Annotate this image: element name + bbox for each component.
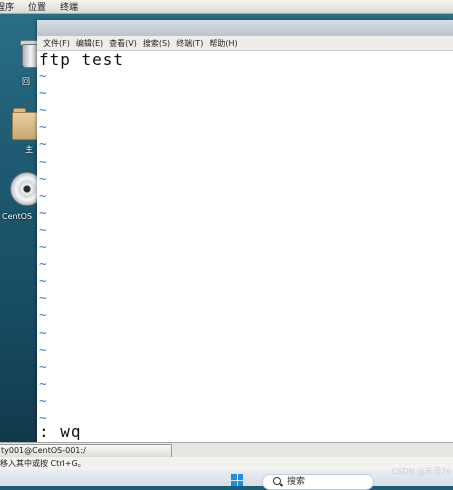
vim-empty-line-tilde: ~ [39,325,47,341]
menu-terminal[interactable]: 终端 [60,0,78,13]
vim-empty-line-tilde: ~ [39,137,47,153]
terminal-window[interactable]: 文件(F) 编辑(E) 查看(V) 搜索(S) 终端(T) 帮助(H) ftp … [37,20,453,442]
menu-view[interactable]: 查看(V) [109,38,137,49]
vim-empty-line-tilde: ~ [39,291,47,307]
taskbar-search[interactable]: 搜索 [262,474,374,490]
search-placeholder: 搜索 [287,477,306,487]
vim-command-line[interactable]: : wq [39,424,82,440]
status-hint: 移入其中或按 Ctrl+G。 [0,457,453,470]
vim-empty-line-tilde: ~ [39,103,47,119]
vim-empty-line-tilde: ~ [39,359,47,375]
vim-empty-line-tilde: ~ [39,69,47,84]
window-titlebar[interactable] [37,20,453,36]
menu-applications[interactable]: 程序 [0,0,14,13]
menu-places[interactable]: 位置 [28,0,46,13]
vim-empty-line-tilde: ~ [39,308,47,324]
vim-empty-line-tilde: ~ [39,393,47,409]
task-button-terminal[interactable]: ty001@CentOS-001:/ [0,444,172,458]
file-content-line: ftp test [39,51,125,69]
menu-search[interactable]: 搜索(S) [143,38,170,49]
vim-empty-line-tilde: ~ [39,411,47,426]
vim-empty-line-tilde: ~ [39,154,47,170]
vim-empty-line-tilde: ~ [39,222,47,238]
vim-empty-line-tilde: ~ [39,240,47,255]
menu-help[interactable]: 帮助(H) [209,38,237,49]
windows-taskbar: 搜索 [0,470,453,490]
vim-empty-line-tilde: ~ [39,274,47,290]
vim-editor[interactable]: ftp test : wq ~ ~ ~ ~ ~ ~ ~ ~ ~ ~ ~ ~ ~ ~ ~ ~ ~ ~ ~ ~ ~ [37,51,453,440]
vim-empty-line-tilde: ~ [39,188,47,204]
menu-edit[interactable]: 编辑(E) [76,38,103,49]
menubar: 文件(F) 编辑(E) 查看(V) 搜索(S) 终端(T) 帮助(H) [37,36,453,51]
vim-empty-line-tilde: ~ [39,171,47,187]
vim-empty-line-tilde: ~ [39,376,47,392]
vim-empty-line-tilde: ~ [39,342,47,358]
vim-empty-line-tilde: ~ [39,120,47,136]
vim-empty-line-tilde: ~ [39,205,47,221]
trash-label: 回 [22,77,30,86]
bottom-panel: ty001@CentOS-001:/ [0,442,453,458]
vim-empty-line-tilde: ~ [39,257,47,273]
search-icon [273,477,281,485]
menu-terminal-menu[interactable]: 终端(T) [176,38,203,49]
home-folder-icon[interactable] [12,104,42,140]
windows-start-icon[interactable] [231,474,243,486]
vim-empty-line-tilde: ~ [39,86,47,102]
watermark: CSDN @天涯76 [391,467,451,476]
disc-label: CentOS [2,212,33,221]
menu-file[interactable]: 文件(F) [43,38,70,49]
top-panel: 程序 位置 终端 [0,0,453,14]
home-folder-label: 主 [25,145,33,154]
